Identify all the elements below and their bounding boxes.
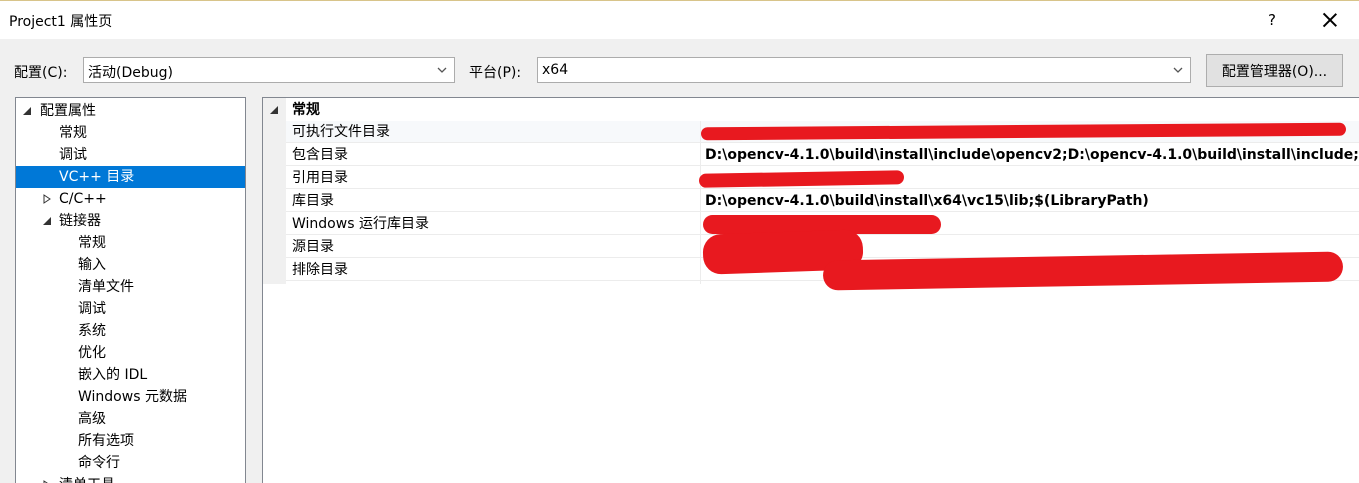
property-tree: 配置属性 常规 调试 VC++ 目录 C/C++ 链接器 常规 输入 清单文件 … [15, 97, 246, 483]
tree-item-label: C/C++ [59, 191, 107, 207]
tree-item-linker-windows-metadata[interactable]: Windows 元数据 [16, 386, 245, 408]
collapsed-arrow-icon[interactable] [42, 194, 52, 204]
tree-item-linker-advanced[interactable]: 高级 [16, 408, 245, 430]
platform-value: x64 [542, 62, 569, 78]
tree-item-linker-embedded-idl[interactable]: 嵌入的 IDL [16, 364, 245, 386]
tree-item-linker-command-line[interactable]: 命令行 [16, 452, 245, 474]
property-name: 源目录 [292, 239, 334, 255]
platform-label: 平台(P): [469, 65, 522, 81]
property-row-include-dirs[interactable]: 包含目录 D:\opencv-4.1.0\build\install\inclu… [286, 144, 1359, 166]
tree-item-label: 清单工具 [59, 474, 115, 483]
property-name: 排除目录 [292, 262, 348, 278]
property-name: 可执行文件目录 [292, 124, 390, 140]
config-manager-button[interactable]: 配置管理器(O)... [1206, 54, 1343, 87]
chevron-down-icon [1173, 67, 1183, 73]
close-button[interactable] [1310, 5, 1350, 35]
tree-item-label: 调试 [78, 301, 106, 317]
config-label: 配置(C): [14, 65, 68, 81]
property-name: 引用目录 [292, 170, 348, 186]
tree-item-label: 配置属性 [40, 103, 96, 119]
close-icon [1323, 13, 1337, 27]
property-name: 包含目录 [292, 147, 348, 163]
tree-item-linker[interactable]: 链接器 [16, 210, 245, 232]
property-name: Windows 运行库目录 [292, 216, 429, 232]
tree-item-debugging[interactable]: 调试 [16, 144, 245, 166]
tree-item-linker-debugging[interactable]: 调试 [16, 298, 245, 320]
property-grid: 常规 可执行文件目录 包含目录 D:\opencv-4.1.0\build\in… [262, 97, 1359, 483]
tree-item-linker-general[interactable]: 常规 [16, 232, 245, 254]
chevron-down-icon [437, 67, 447, 73]
tree-item-label: 链接器 [59, 213, 101, 229]
window-title: Project1 属性页 [9, 14, 113, 30]
title-bar: Project1 属性页 ? [0, 1, 1359, 39]
tree-item-general[interactable]: 常规 [16, 122, 245, 144]
tree-item-linker-optimization[interactable]: 优化 [16, 342, 245, 364]
tree-item-label: 调试 [59, 147, 87, 163]
tree-item-label: 系统 [78, 323, 106, 339]
tree-item-label: 输入 [78, 257, 106, 273]
tree-item-label: 常规 [78, 235, 106, 251]
tree-item-config-properties[interactable]: 配置属性 [16, 100, 245, 122]
tree-item-linker-input[interactable]: 输入 [16, 254, 245, 276]
tree-item-label: Windows 元数据 [78, 389, 187, 405]
grid-margin [263, 98, 286, 284]
config-select[interactable]: 活动(Debug) [83, 57, 455, 83]
column-divider [700, 121, 701, 284]
tree-item-label: 优化 [78, 345, 106, 361]
expanded-arrow-icon[interactable] [22, 106, 32, 116]
category-general[interactable]: 常规 [263, 99, 1359, 121]
help-button[interactable]: ? [1252, 5, 1292, 35]
tree-item-label: 高级 [78, 411, 106, 427]
tree-item-label: 所有选项 [78, 433, 134, 449]
tree-item-linker-manifest[interactable]: 清单文件 [16, 276, 245, 298]
property-value[interactable]: D:\opencv-4.1.0\build\install\include\op… [705, 144, 1359, 166]
property-value[interactable]: D:\opencv-4.1.0\build\install\x64\vc15\l… [705, 190, 1149, 212]
category-label: 常规 [292, 102, 320, 118]
tree-item-label: 清单文件 [78, 279, 134, 295]
expanded-arrow-icon[interactable] [42, 216, 52, 226]
config-value: 活动(Debug) [88, 65, 173, 81]
tree-item-c-cpp[interactable]: C/C++ [16, 188, 245, 210]
expanded-arrow-icon[interactable] [269, 105, 279, 115]
platform-select[interactable]: x64 [537, 57, 1191, 83]
tree-item-label: 命令行 [78, 455, 120, 471]
tree-item-linker-system[interactable]: 系统 [16, 320, 245, 342]
tree-item-vc-directories[interactable]: VC++ 目录 [16, 166, 245, 188]
property-name: 库目录 [292, 193, 334, 209]
tree-item-label: 常规 [59, 125, 87, 141]
tree-item-label: VC++ 目录 [59, 169, 135, 185]
tree-item-manifest-tool[interactable]: 清单工具 [16, 474, 245, 483]
property-row-library-dirs[interactable]: 库目录 D:\opencv-4.1.0\build\install\x64\vc… [286, 190, 1359, 212]
tree-item-label: 嵌入的 IDL [78, 367, 148, 383]
tree-item-linker-all-options[interactable]: 所有选项 [16, 430, 245, 452]
